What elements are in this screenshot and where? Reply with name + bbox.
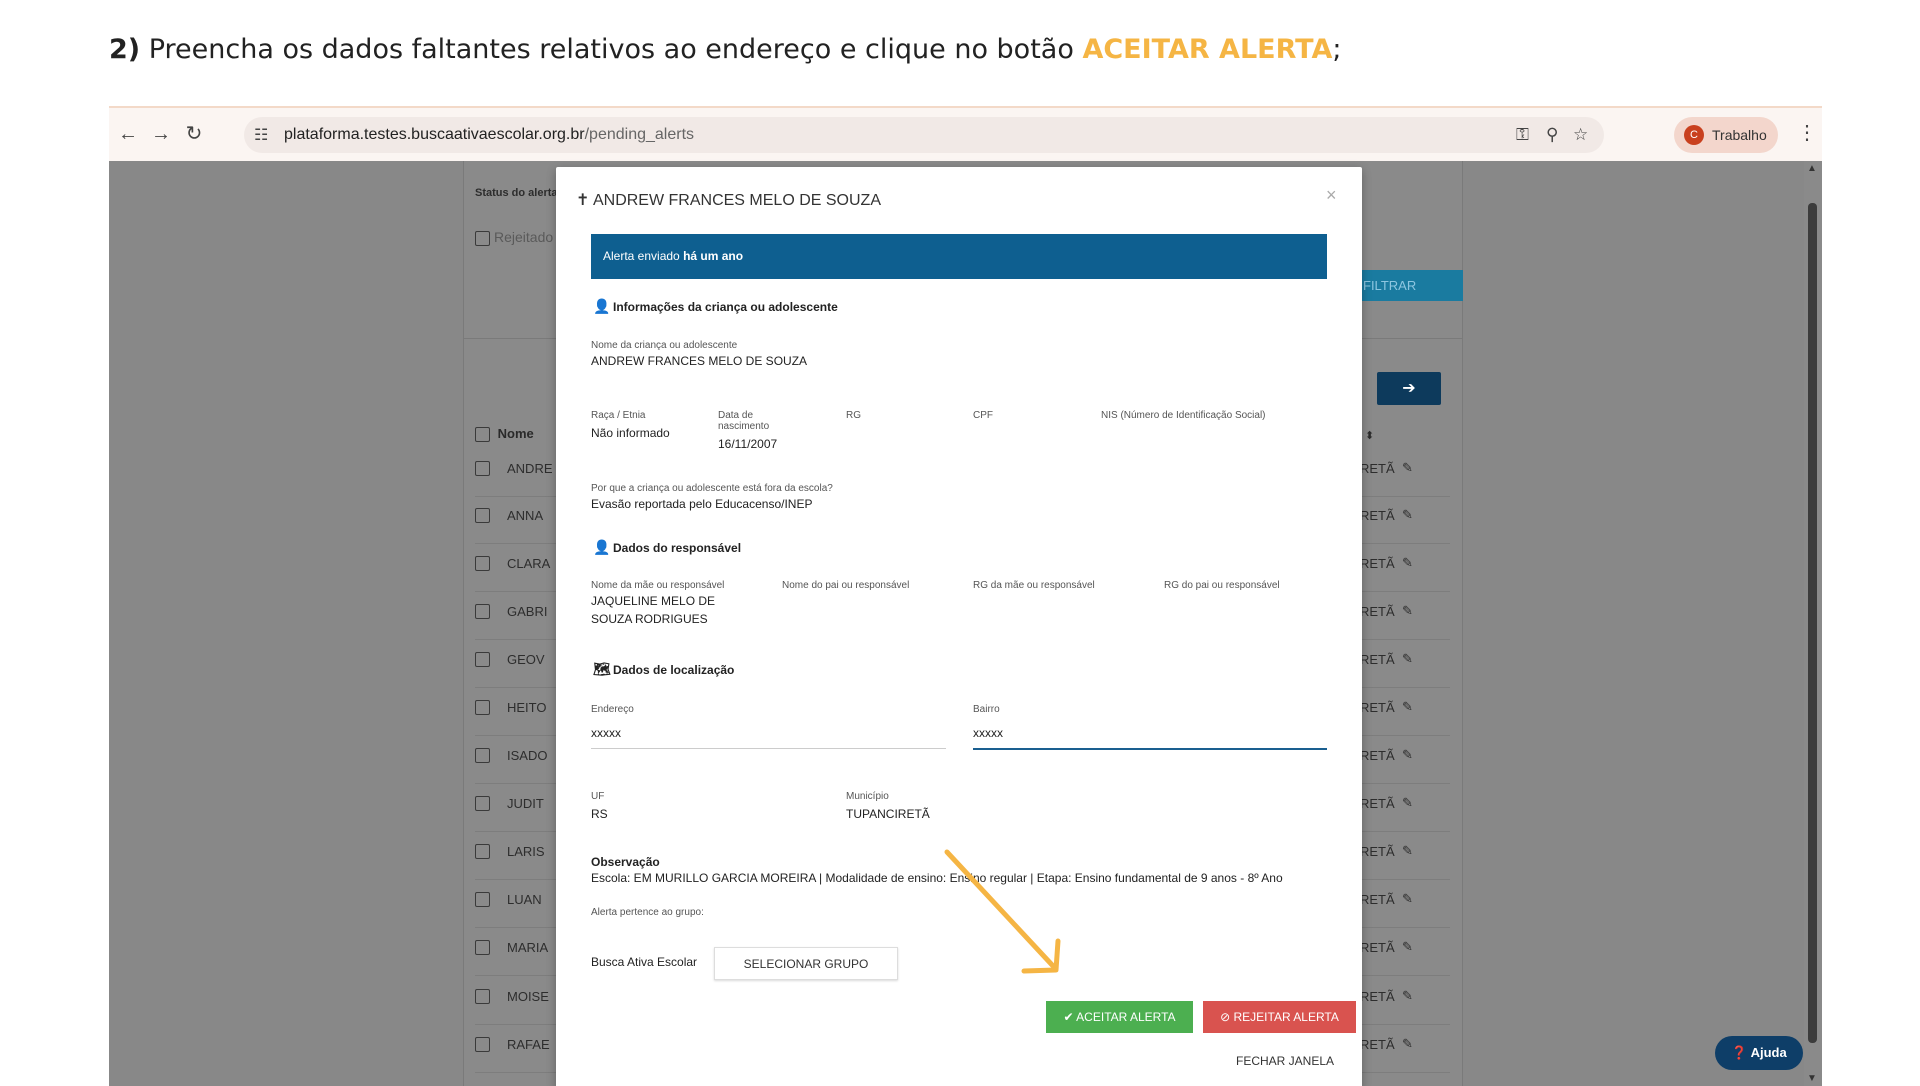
instruction-step: 2) bbox=[109, 34, 141, 65]
instruction-body: Preencha os dados faltantes relativos ao… bbox=[140, 34, 1083, 65]
screenshot-frame: ← → ↻ ☷ plataforma.testes.buscaativaesco… bbox=[109, 106, 1822, 1086]
instruction-highlight: ACEITAR ALERTA bbox=[1082, 34, 1333, 65]
pointer-arrow-annotation bbox=[944, 849, 1061, 974]
instruction-text: 2) Preencha os dados faltantes relativos… bbox=[109, 34, 1342, 65]
arrow-shaft bbox=[944, 849, 1057, 970]
instruction-end: ; bbox=[1332, 34, 1342, 65]
